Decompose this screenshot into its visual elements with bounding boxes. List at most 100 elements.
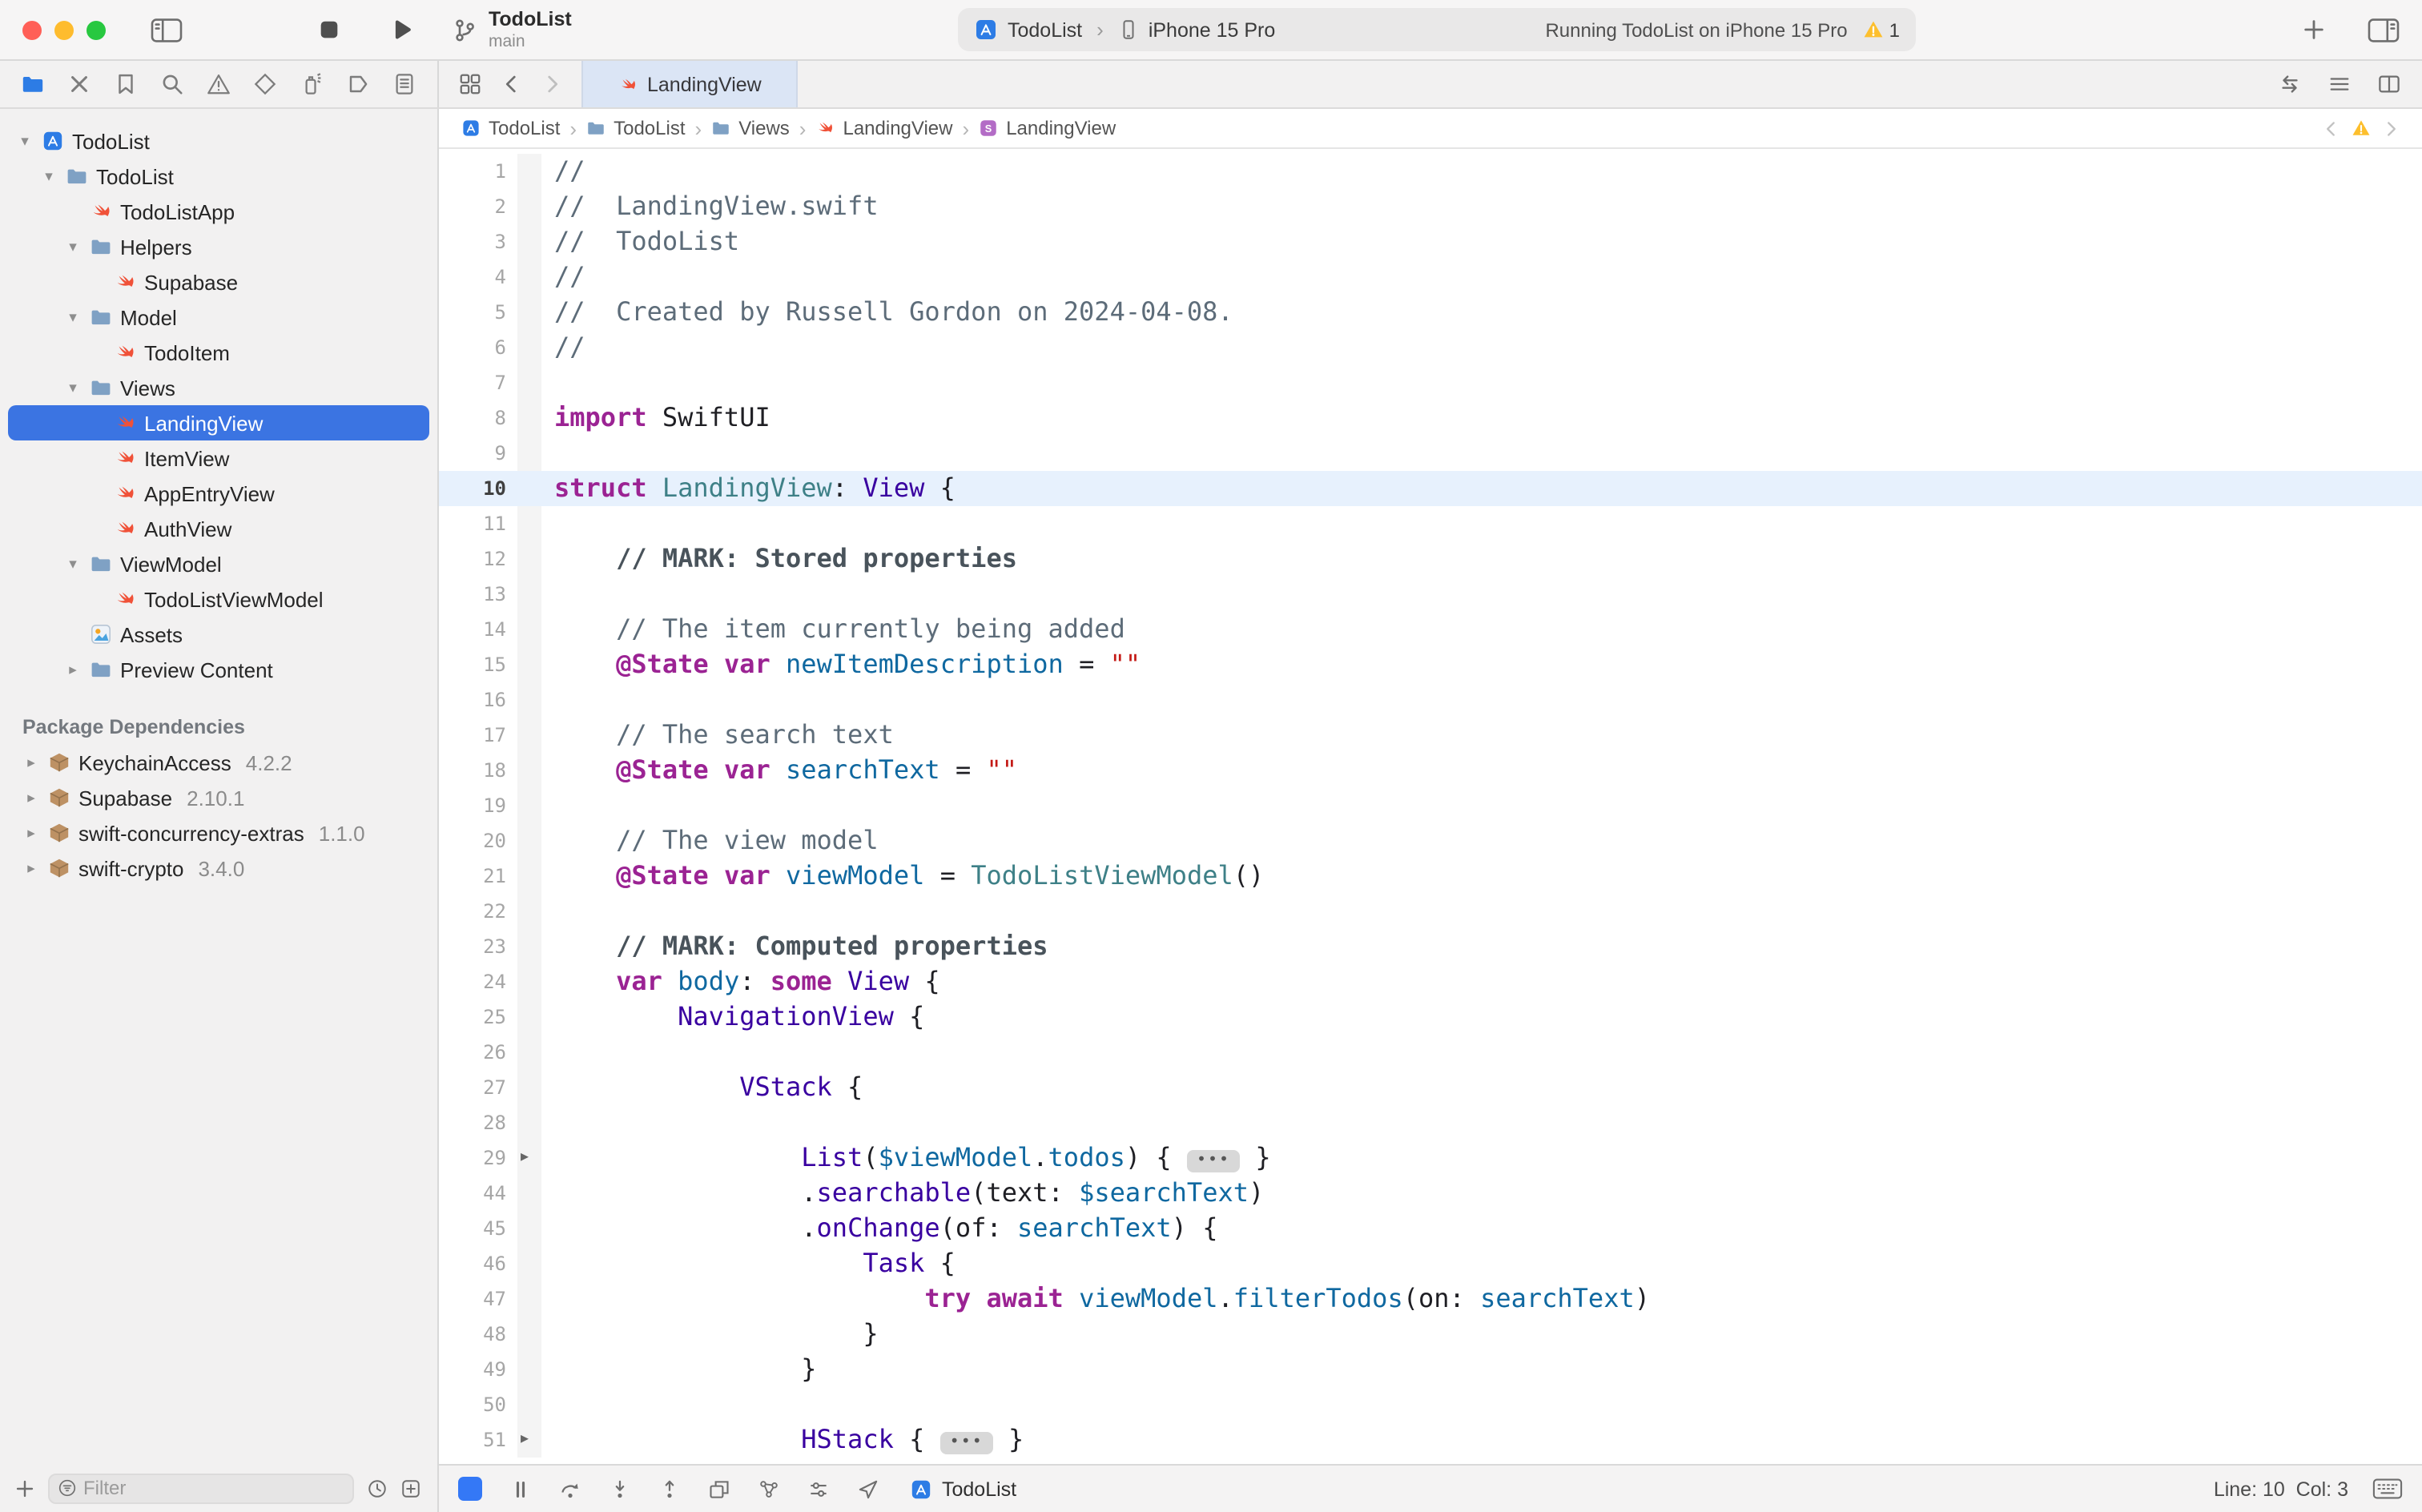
step-out-button[interactable] [658,1478,681,1500]
step-into-button[interactable] [609,1478,631,1500]
code-line-48[interactable]: 48 } [439,1317,2422,1352]
folded-code-chip[interactable]: ••• [1187,1149,1240,1172]
add-filter-button[interactable] [400,1478,421,1498]
breakpoints-navigator-tab[interactable] [346,72,370,96]
code-line-7[interactable]: 7 [439,365,2422,400]
keyboard-icon[interactable] [2372,1477,2403,1501]
line-number[interactable]: 29 [439,1140,513,1176]
tree-item-keychainaccess[interactable]: ▸KeychainAccess4.2.2 [8,745,429,780]
tree-item-itemview[interactable]: ItemView [8,440,429,476]
tree-item-viewmodel[interactable]: ▾ViewModel [8,546,429,581]
tree-item-todolist[interactable]: ▾TodoList [8,123,429,159]
line-number[interactable]: 28 [439,1105,513,1140]
disclosure-triangle[interactable]: ▸ [64,661,82,678]
line-number[interactable]: 23 [439,929,513,964]
code-line-51[interactable]: 51 HStack { ••• } [439,1422,2422,1458]
line-number[interactable]: 6 [439,330,513,365]
scheme-destination[interactable]: iPhone 15 Pro [1149,18,1275,41]
code-line-24[interactable]: 24 var body: some View { [439,964,2422,999]
memory-graph-button[interactable] [758,1478,780,1500]
code-line-29[interactable]: 29 List($viewModel.todos) { ••• } [439,1140,2422,1176]
disclosure-triangle[interactable]: ▾ [16,132,34,150]
breadcrumb-item-landingview-4[interactable]: SLandingView [979,117,1116,139]
disclosure-triangle[interactable]: ▾ [64,379,82,396]
tree-item-helpers[interactable]: ▾Helpers [8,229,429,264]
code-line-3[interactable]: 3// TodoList [439,224,2422,259]
code-line-1[interactable]: 1// [439,154,2422,189]
run-button[interactable] [389,18,413,42]
code-line-18[interactable]: 18 @State var searchText = "" [439,753,2422,788]
line-number[interactable]: 25 [439,999,513,1035]
scheme-selector[interactable]: TodoList › iPhone 15 Pro [974,18,1275,42]
filter-input[interactable] [83,1477,344,1499]
breadcrumb-item-landingview-3[interactable]: LandingView [815,117,952,139]
code-line-46[interactable]: 46 Task { [439,1246,2422,1281]
code-line-4[interactable]: 4// [439,259,2422,295]
code-line-10[interactable]: 10struct LandingView: View { [439,471,2422,506]
add-item-button[interactable] [14,1478,35,1498]
code-line-26[interactable]: 26 [439,1035,2422,1070]
warning-badge[interactable]: 1 [1864,18,1900,41]
tree-item-swift-crypto[interactable]: ▸swift-crypto3.4.0 [8,850,429,886]
line-number[interactable]: 9 [439,436,513,471]
line-number[interactable]: 50 [439,1387,513,1422]
folded-code-chip[interactable]: ••• [940,1431,993,1454]
tree-item-assets[interactable]: Assets [8,617,429,652]
line-number[interactable]: 17 [439,718,513,753]
breadcrumb-item-views-2[interactable]: Views [711,117,790,139]
tree-item-views[interactable]: ▾Views [8,370,429,405]
debug-target[interactable]: TodoList [910,1478,1016,1500]
code-line-27[interactable]: 27 VStack { [439,1070,2422,1105]
tests-navigator-tab[interactable] [253,72,277,96]
tree-item-supabase[interactable]: ▸Supabase2.10.1 [8,780,429,815]
reports-navigator-tab[interactable] [392,72,416,96]
line-number[interactable]: 20 [439,823,513,859]
jump-bar-warning-icon[interactable] [2352,119,2371,138]
tab-landingview[interactable]: LandingView [581,61,799,107]
line-number[interactable]: 46 [439,1246,513,1281]
tree-item-preview-content[interactable]: ▸Preview Content [8,652,429,687]
disclosure-triangle[interactable]: ▸ [22,824,40,842]
add-editor-library-button[interactable] [2302,18,2326,42]
line-number[interactable]: 24 [439,964,513,999]
code-fold-marker[interactable] [517,1422,541,1458]
line-number[interactable]: 13 [439,577,513,612]
debug-navigator-tab[interactable] [300,72,324,96]
code-line-17[interactable]: 17 // The search text [439,718,2422,753]
disclosure-triangle[interactable]: ▾ [64,238,82,255]
go-back-button[interactable] [501,74,522,94]
disclosure-triangle[interactable]: ▸ [22,754,40,771]
tree-item-appentryview[interactable]: AppEntryView [8,476,429,511]
stop-button[interactable] [317,18,341,42]
line-number[interactable]: 5 [439,295,513,330]
disclosure-triangle[interactable]: ▾ [64,308,82,326]
related-items-button[interactable] [458,72,482,96]
line-number[interactable]: 19 [439,788,513,823]
line-number[interactable]: 1 [439,154,513,189]
filter-field[interactable] [48,1473,354,1503]
line-number[interactable]: 4 [439,259,513,295]
code-line-12[interactable]: 12 // MARK: Stored properties [439,541,2422,577]
code-line-5[interactable]: 5// Created by Russell Gordon on 2024-04… [439,295,2422,330]
code-line-45[interactable]: 45 .onChange(of: searchText) { [439,1211,2422,1246]
hide-debug-area-button[interactable] [458,1477,482,1501]
step-over-button[interactable] [559,1478,581,1500]
toggle-inspectors-button[interactable] [2368,17,2400,42]
tree-item-supabase[interactable]: Supabase [8,264,429,300]
code-line-16[interactable]: 16 [439,682,2422,718]
code-line-21[interactable]: 21 @State var viewModel = TodoListViewMo… [439,859,2422,894]
simulate-location-button[interactable] [857,1478,879,1500]
breadcrumb-item-todolist-0[interactable]: TodoList [461,117,560,139]
code-line-47[interactable]: 47 try await viewModel.filterTodos(on: s… [439,1281,2422,1317]
issues-navigator-tab[interactable] [207,72,231,96]
code-fold-marker[interactable] [517,1140,541,1176]
code-line-20[interactable]: 20 // The view model [439,823,2422,859]
tree-item-swift-concurrency-extras[interactable]: ▸swift-concurrency-extras1.1.0 [8,815,429,850]
line-number[interactable]: 2 [439,189,513,224]
code-line-50[interactable]: 50 [439,1387,2422,1422]
code-line-22[interactable]: 22 [439,894,2422,929]
split-editor-button[interactable] [2377,72,2401,96]
line-number[interactable]: 51 [439,1422,513,1458]
line-number[interactable]: 26 [439,1035,513,1070]
tree-item-todolistapp[interactable]: TodoListApp [8,194,429,229]
